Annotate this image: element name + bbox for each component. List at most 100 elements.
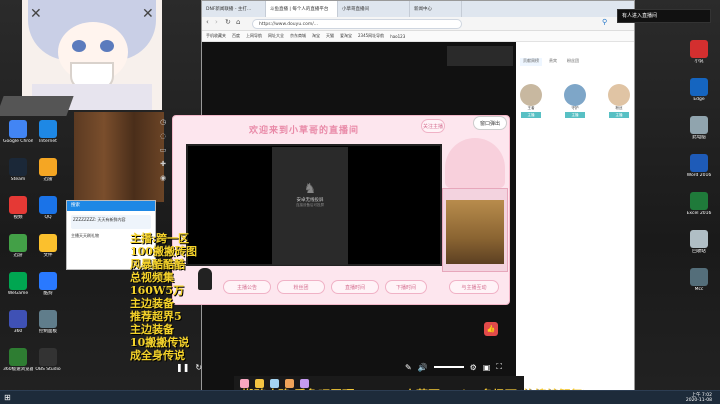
- app-icon: [39, 196, 57, 214]
- desktop-icon-label: Google Chrome: [3, 139, 33, 144]
- overlay-title: 欢迎来到小草哥的直播间: [249, 126, 360, 136]
- app-icon: [690, 78, 708, 96]
- url-input[interactable]: https://www.douyu.com/...: [252, 19, 462, 29]
- desktop-icon[interactable]: 迅雷: [33, 158, 63, 182]
- start-time-pill[interactable]: 直播时间: [331, 280, 379, 294]
- desktop-icon-label: 此电脑: [692, 135, 706, 140]
- start-icon[interactable]: ⊞: [4, 393, 11, 402]
- info-line: 10搬搬传说: [130, 336, 190, 349]
- desktop-icon[interactable]: 小说: [684, 40, 714, 64]
- user-name: 粉丝: [615, 106, 623, 110]
- edit-icon[interactable]: ✎: [405, 363, 412, 372]
- settings-icon[interactable]: ⚙: [470, 363, 477, 372]
- bookmark-item[interactable]: 网址大全: [268, 33, 284, 39]
- desktop-icon[interactable]: OBS Studio: [33, 348, 63, 372]
- tab-2[interactable]: 斗鱼直播 | 每个人的直播平台: [266, 1, 338, 17]
- desktop-icon[interactable]: Internet: [33, 120, 63, 144]
- bookmark-item[interactable]: 2345网址导航: [358, 33, 384, 39]
- bookmark-item[interactable]: 京东商城: [290, 33, 306, 39]
- bookmark-item[interactable]: 上网导航: [246, 33, 262, 39]
- app-icon: [39, 272, 57, 290]
- info-line: 主边装备: [130, 323, 174, 336]
- desktop-icon-label: 酷狗: [43, 291, 53, 296]
- fans-pill[interactable]: 粉丝团: [277, 280, 325, 294]
- rank-users: 王者 主播 守护 主播 粉丝 主播: [520, 84, 630, 118]
- desktop-icon[interactable]: Mcc: [684, 268, 714, 292]
- avatar: [520, 84, 542, 106]
- desktop-icon[interactable]: Excel 2016: [684, 192, 714, 216]
- like-button[interactable]: 👍: [484, 322, 498, 336]
- desktop-icon[interactable]: 文件: [33, 234, 63, 258]
- refresh-icon[interactable]: ↻: [225, 18, 231, 26]
- bookmark-item[interactable]: 手机收藏夹: [206, 33, 226, 39]
- popout-pill[interactable]: 窗口弹出: [473, 116, 507, 130]
- pause-icon[interactable]: ❚❚: [176, 363, 189, 372]
- rank-user-3[interactable]: 粉丝 主播: [608, 84, 630, 118]
- desktop-icon[interactable]: 控制面板: [33, 310, 63, 334]
- reload-icon[interactable]: ↻: [195, 363, 202, 372]
- desktop-icon[interactable]: WeGame: [3, 272, 33, 296]
- tab-1[interactable]: DNF新闻联播 - 主打...: [202, 1, 266, 17]
- desktop-icon-label: 360极速浏览器: [3, 367, 33, 372]
- back-icon[interactable]: ‹: [206, 18, 209, 26]
- desktop-icon[interactable]: 迅游: [3, 234, 33, 258]
- tab-fans[interactable]: 粉丝团: [564, 58, 582, 66]
- pip-icon[interactable]: ▣: [483, 363, 491, 372]
- interact-pill[interactable]: 与主播互动: [449, 280, 499, 294]
- app-icon: [690, 116, 708, 134]
- toolbar-icon[interactable]: ✚: [160, 160, 166, 168]
- desktop-icon[interactable]: 酷狗: [33, 272, 63, 296]
- desktop-icon[interactable]: Word 2016: [684, 154, 714, 178]
- app-icon: [39, 348, 57, 366]
- bookmark-item[interactable]: hao123: [390, 34, 405, 39]
- tab-3[interactable]: 小草哥直播间: [338, 1, 410, 17]
- toolbar-icon[interactable]: ▭: [160, 146, 167, 154]
- desktop-icon[interactable]: QQ: [33, 196, 63, 220]
- android-icon: ♞: [303, 181, 317, 197]
- notification-toast[interactable]: 有人进入直播间: [617, 9, 711, 23]
- bookmark-item[interactable]: 淘宝: [312, 33, 320, 39]
- avatar: [608, 84, 630, 106]
- follow-pill[interactable]: 关注主播: [421, 119, 445, 133]
- webcam-image: [446, 200, 504, 264]
- bookmark-item[interactable]: 百度: [232, 33, 240, 39]
- tab-4[interactable]: 新闻中心: [410, 1, 462, 17]
- tab-contribution[interactable]: 贡献周榜: [520, 58, 542, 66]
- chat-message[interactable]: ZZZZZZZZ: 天天有新鲜内容: [71, 215, 151, 229]
- desktop-icon[interactable]: Edge: [684, 78, 714, 102]
- desktop-icon-label: 回收站: [692, 249, 706, 254]
- tab-vip[interactable]: 贵宾: [546, 58, 560, 66]
- rank-user-2[interactable]: 守护 主播: [564, 84, 586, 118]
- app-icon: [690, 40, 708, 58]
- search-icon[interactable]: ⚲: [602, 18, 607, 26]
- home-icon[interactable]: ⌂: [236, 18, 240, 26]
- bookmark-item[interactable]: 天猫: [326, 33, 334, 39]
- rank-user-1[interactable]: 王者 主播: [520, 84, 542, 118]
- toolbar-icon[interactable]: ◌: [160, 132, 166, 140]
- desktop-icon[interactable]: 360: [3, 310, 33, 334]
- info-line: 风暴酷酷酷: [130, 258, 185, 271]
- desktop-icon[interactable]: 回收站: [684, 230, 714, 254]
- announcement-pill[interactable]: 主播公告: [223, 280, 271, 294]
- phone-mirror: ♞ 安卓无线投屏 连接设备后可投屏: [272, 147, 348, 265]
- toolbar-icon[interactable]: ◷: [160, 118, 166, 126]
- side-toolbar: ◷ ◌ ▭ ✚ ◉: [156, 118, 170, 218]
- end-time-pill[interactable]: 下播时间: [385, 280, 427, 294]
- app-icon: [690, 154, 708, 172]
- volume-icon[interactable]: 🔊: [418, 363, 428, 372]
- volume-slider[interactable]: [433, 366, 464, 368]
- desktop-icon[interactable]: 视频: [3, 196, 33, 220]
- desktop-icon[interactable]: 此电脑: [684, 116, 714, 140]
- clock[interactable]: 上午 7:02 2020-11-08: [686, 393, 712, 403]
- app-icon: [9, 234, 27, 252]
- desktop-icon[interactable]: Steam: [3, 158, 33, 182]
- desktop-icon[interactable]: 360极速浏览器: [3, 348, 33, 372]
- desktop-icon-label: OBS Studio: [35, 367, 61, 372]
- forward-icon[interactable]: ›: [215, 18, 218, 26]
- bookmark-item[interactable]: 爱淘宝: [340, 33, 352, 39]
- anime-girl-avatar: ✕ ✕: [22, 0, 162, 110]
- fullscreen-icon[interactable]: ⛶: [496, 362, 502, 372]
- app-icon: [9, 310, 27, 328]
- desktop-icon[interactable]: Google Chrome: [3, 120, 33, 144]
- toolbar-icon[interactable]: ◉: [160, 174, 166, 182]
